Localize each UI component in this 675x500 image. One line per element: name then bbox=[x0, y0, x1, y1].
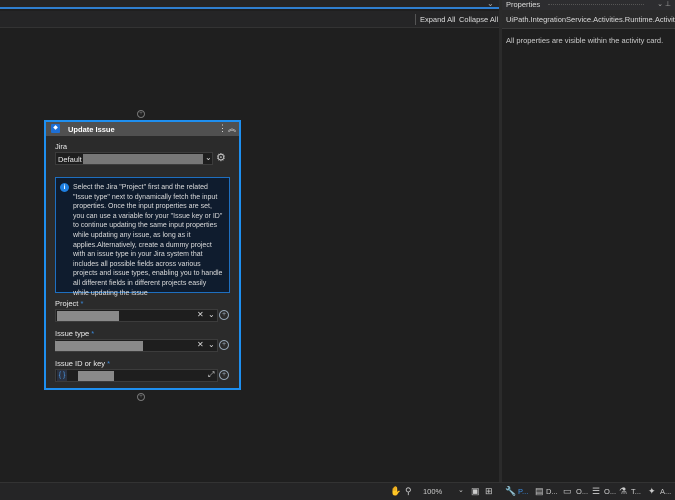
test-icon[interactable]: ⚗ bbox=[619, 486, 627, 497]
wrench-icon[interactable]: 🔧 bbox=[505, 486, 516, 497]
issue-type-label: Issue type * bbox=[55, 329, 95, 338]
gear-icon[interactable]: ⚙ bbox=[216, 151, 226, 164]
project-select[interactable]: ✕ ⌄ bbox=[55, 309, 218, 322]
zoom-level[interactable]: 100% bbox=[423, 487, 442, 496]
output-icon[interactable]: ▭ bbox=[563, 486, 572, 497]
connection-value: Default bbox=[58, 155, 82, 164]
info-icon: i bbox=[60, 183, 69, 192]
info-text: Select the Jira "Project" first and the … bbox=[73, 184, 223, 297]
jira-activity-icon: ◆ bbox=[51, 124, 60, 133]
chevron-down-icon[interactable]: ⌄ bbox=[208, 340, 215, 349]
clear-icon[interactable]: ✕ bbox=[197, 310, 204, 319]
project-label: Project * bbox=[55, 299, 84, 308]
card-header[interactable]: ◆ Update Issue ⋮ ︽ bbox=[46, 122, 239, 136]
top-strip bbox=[0, 0, 499, 9]
tab-assistant[interactable]: A... bbox=[660, 487, 671, 496]
tab-test[interactable]: T... bbox=[631, 487, 641, 496]
properties-panel: Properties ⌄ ⊥ UiPath.IntegrationService… bbox=[502, 0, 675, 482]
hand-pan-icon[interactable]: ✋ bbox=[390, 486, 401, 497]
issue-id-input[interactable]: { } ⤢ bbox=[55, 369, 218, 382]
plus-circle-icon[interactable]: + bbox=[219, 370, 229, 380]
add-activity-below-icon[interactable]: + bbox=[137, 393, 145, 401]
expand-icon[interactable]: ⤢ bbox=[208, 370, 214, 380]
more-options-icon[interactable]: ⋮ bbox=[218, 123, 227, 134]
connection-label: Jira bbox=[55, 142, 68, 151]
tab-output[interactable]: O... bbox=[576, 487, 588, 496]
activity-type: UiPath.IntegrationService.Activities.Run… bbox=[502, 10, 675, 29]
collapse-all-button[interactable]: Collapse All bbox=[459, 15, 498, 24]
plus-circle-icon[interactable]: + bbox=[219, 310, 229, 320]
pin-icon[interactable]: ⌄ ⊥ bbox=[657, 0, 671, 10]
info-box: i Select the Jira "Project" first and th… bbox=[55, 177, 230, 297]
zoom-icon[interactable]: ⚲ bbox=[405, 486, 412, 497]
clear-icon[interactable]: ✕ bbox=[197, 340, 204, 349]
connection-select[interactable]: Default ⌄ bbox=[55, 152, 213, 165]
clipboard-icon[interactable]: ▤ bbox=[535, 486, 544, 497]
card-title: Update Issue bbox=[68, 125, 115, 134]
designer-toolbar: Expand All Collapse All bbox=[0, 11, 499, 28]
status-bar: ✋ ⚲ 100% ⌄ ▣ ⊞ 🔧 P... ▤ D... ▭ O... ☰ O.… bbox=[0, 482, 675, 500]
chevron-down-icon[interactable]: ⌄ bbox=[487, 0, 494, 8]
tab-properties[interactable]: P... bbox=[518, 487, 528, 496]
fit-screen-icon[interactable]: ▣ bbox=[471, 486, 480, 497]
variable-icon[interactable]: { } bbox=[57, 370, 67, 381]
issue-type-select[interactable]: ✕ ⌄ bbox=[55, 339, 218, 352]
collapse-card-icon[interactable]: ︽ bbox=[228, 123, 236, 134]
assistant-icon[interactable]: ✦ bbox=[648, 486, 656, 497]
overview-icon[interactable]: ⊞ bbox=[485, 486, 493, 497]
chevron-down-icon[interactable]: ⌄ bbox=[458, 486, 464, 494]
activity-card[interactable]: ◆ Update Issue ⋮ ︽ Jira Default ⌄ ⚙ i Se… bbox=[44, 120, 241, 390]
properties-title: Properties bbox=[506, 0, 541, 9]
issue-id-label: Issue ID or key * bbox=[55, 359, 111, 368]
tab-outline[interactable]: O... bbox=[604, 487, 616, 496]
properties-description: All properties are visible within the ac… bbox=[506, 36, 664, 45]
expand-all-button[interactable]: Expand All bbox=[420, 15, 455, 24]
add-activity-above-icon[interactable]: + bbox=[137, 110, 145, 118]
chevron-down-icon[interactable]: ⌄ bbox=[208, 310, 215, 319]
plus-circle-icon[interactable]: + bbox=[219, 340, 229, 350]
tab-data[interactable]: D... bbox=[546, 487, 558, 496]
outline-icon[interactable]: ☰ bbox=[592, 486, 600, 497]
chevron-down-icon[interactable]: ⌄ bbox=[205, 153, 212, 162]
properties-header: Properties ⌄ ⊥ bbox=[502, 0, 675, 10]
